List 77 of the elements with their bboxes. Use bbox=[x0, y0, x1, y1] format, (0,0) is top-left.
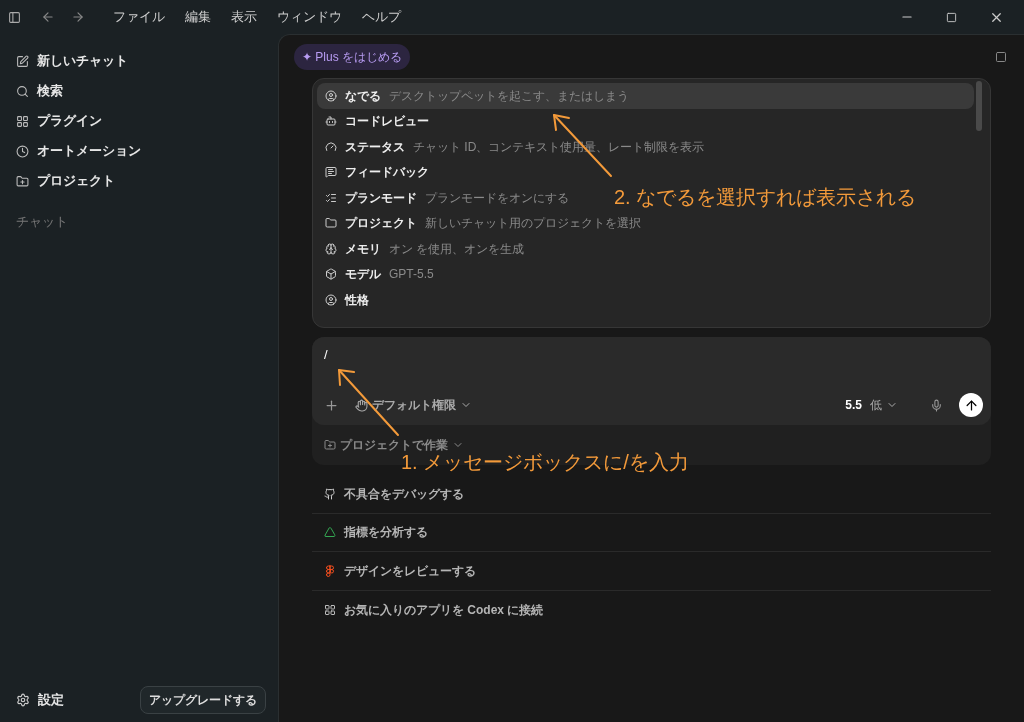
menu-item[interactable]: ウィンドウ bbox=[277, 7, 342, 27]
command-name: ステータス bbox=[345, 138, 405, 156]
annotation-text: 1. メッセージボックスに/を入力 bbox=[401, 452, 689, 472]
brain-icon bbox=[325, 242, 337, 255]
add-icon[interactable] bbox=[324, 397, 339, 413]
gauge-icon bbox=[325, 140, 337, 153]
command-name: プランモード bbox=[345, 189, 417, 207]
command-description: 新しいチャット用のプロジェクトを選択 bbox=[425, 215, 641, 233]
command-description: プランモードをオンにする bbox=[425, 189, 569, 207]
suggestion-item[interactable]: 指標を分析する bbox=[344, 523, 428, 542]
panel-icon[interactable] bbox=[995, 51, 1007, 63]
model-label[interactable]: 5.5 bbox=[845, 396, 862, 414]
scrollbar-thumb[interactable] bbox=[976, 81, 982, 131]
command-name: なでる bbox=[345, 87, 381, 105]
command-item[interactable]: メモリ オン を使用、オンを生成 bbox=[317, 236, 533, 262]
sidebar-item[interactable]: オートメーション bbox=[37, 141, 141, 161]
back-icon[interactable] bbox=[41, 10, 55, 24]
upgrade-button[interactable]: アップグレードする bbox=[140, 686, 266, 714]
command-name: モデル bbox=[345, 266, 381, 284]
grid-icon bbox=[324, 603, 336, 616]
command-name: プロジェクト bbox=[345, 215, 417, 233]
command-description: チャット ID、コンテキスト使用量、レート制限を表示 bbox=[413, 138, 705, 156]
forward-icon[interactable] bbox=[71, 10, 85, 24]
annotation-text: 2. なでるを選択すれば表示される bbox=[614, 185, 917, 210]
command-name: メモリ bbox=[345, 240, 381, 258]
checklist-icon bbox=[325, 191, 337, 204]
folder-icon bbox=[324, 439, 336, 451]
clock-icon bbox=[16, 144, 29, 158]
effort-label[interactable]: 低 bbox=[870, 396, 882, 414]
person-icon bbox=[325, 89, 337, 102]
settings-link[interactable]: 設定 bbox=[38, 690, 64, 710]
command-description: オン を使用、オンを生成 bbox=[389, 240, 525, 258]
maximize-icon[interactable] bbox=[946, 11, 957, 23]
message-input[interactable]: / bbox=[324, 345, 979, 365]
command-name: 性格 bbox=[345, 291, 369, 309]
sidebar-item[interactable]: プラグイン bbox=[37, 111, 102, 131]
section-label: チャット bbox=[15, 213, 69, 231]
send-button[interactable] bbox=[959, 393, 983, 417]
command-name: コードレビュー bbox=[345, 113, 429, 131]
suggestion-item[interactable]: 不具合をデバッグする bbox=[344, 484, 464, 503]
sidebar-item[interactable]: プロジェクト bbox=[37, 171, 115, 191]
github-icon bbox=[324, 487, 336, 500]
search-icon bbox=[16, 84, 29, 98]
menu-item[interactable]: 編集 bbox=[185, 7, 211, 27]
plus-badge[interactable]: ✦ Plus をはじめる bbox=[294, 44, 410, 70]
folder-icon bbox=[325, 217, 337, 230]
command-item[interactable]: 性格 bbox=[317, 287, 377, 313]
settings-icon bbox=[16, 693, 30, 707]
robot-icon bbox=[325, 115, 337, 128]
menu-item[interactable]: 表示 bbox=[231, 7, 257, 27]
suggestion-item[interactable]: お気に入りのアプリを Codex に接続 bbox=[344, 600, 544, 619]
suggestion-item[interactable]: デザインをレビューする bbox=[344, 561, 476, 580]
folder-icon bbox=[16, 174, 29, 188]
grid-icon bbox=[16, 114, 29, 128]
command-name: フィードバック bbox=[345, 164, 429, 182]
command-item[interactable]: プロジェクト 新しいチャット用のプロジェクトを選択 bbox=[317, 210, 649, 236]
microphone-icon[interactable] bbox=[930, 398, 943, 412]
sidebar-toggle-icon[interactable] bbox=[8, 10, 21, 24]
command-item[interactable]: モデル GPT-5.5 bbox=[317, 261, 442, 287]
command-description: デスクトップペットを起こす、またはしまう bbox=[389, 87, 629, 105]
menu-item[interactable]: ファイル bbox=[113, 7, 165, 27]
figma-icon bbox=[324, 564, 336, 577]
cube-icon bbox=[325, 268, 337, 281]
command-item[interactable]: コードレビュー bbox=[317, 108, 437, 134]
command-item[interactable]: ステータス チャット ID、コンテキスト使用量、レート制限を表示 bbox=[317, 134, 713, 160]
command-item[interactable]: フィードバック bbox=[317, 159, 437, 185]
command-item[interactable]: なでる デスクトップペットを起こす、またはしまう bbox=[317, 83, 974, 109]
edit-icon bbox=[16, 54, 29, 68]
sidebar-item[interactable]: 検索 bbox=[37, 81, 63, 101]
message-icon bbox=[325, 166, 337, 179]
sidebar-item[interactable]: 新しいチャット bbox=[37, 51, 128, 71]
hand-icon bbox=[355, 398, 368, 412]
command-description: GPT-5.5 bbox=[389, 266, 434, 284]
project-dropdown[interactable]: プロジェクトで作業 bbox=[340, 436, 448, 454]
menu-item[interactable]: ヘルプ bbox=[362, 7, 401, 27]
person-icon bbox=[325, 293, 337, 306]
command-item[interactable]: プランモード プランモードをオンにする bbox=[317, 185, 577, 211]
